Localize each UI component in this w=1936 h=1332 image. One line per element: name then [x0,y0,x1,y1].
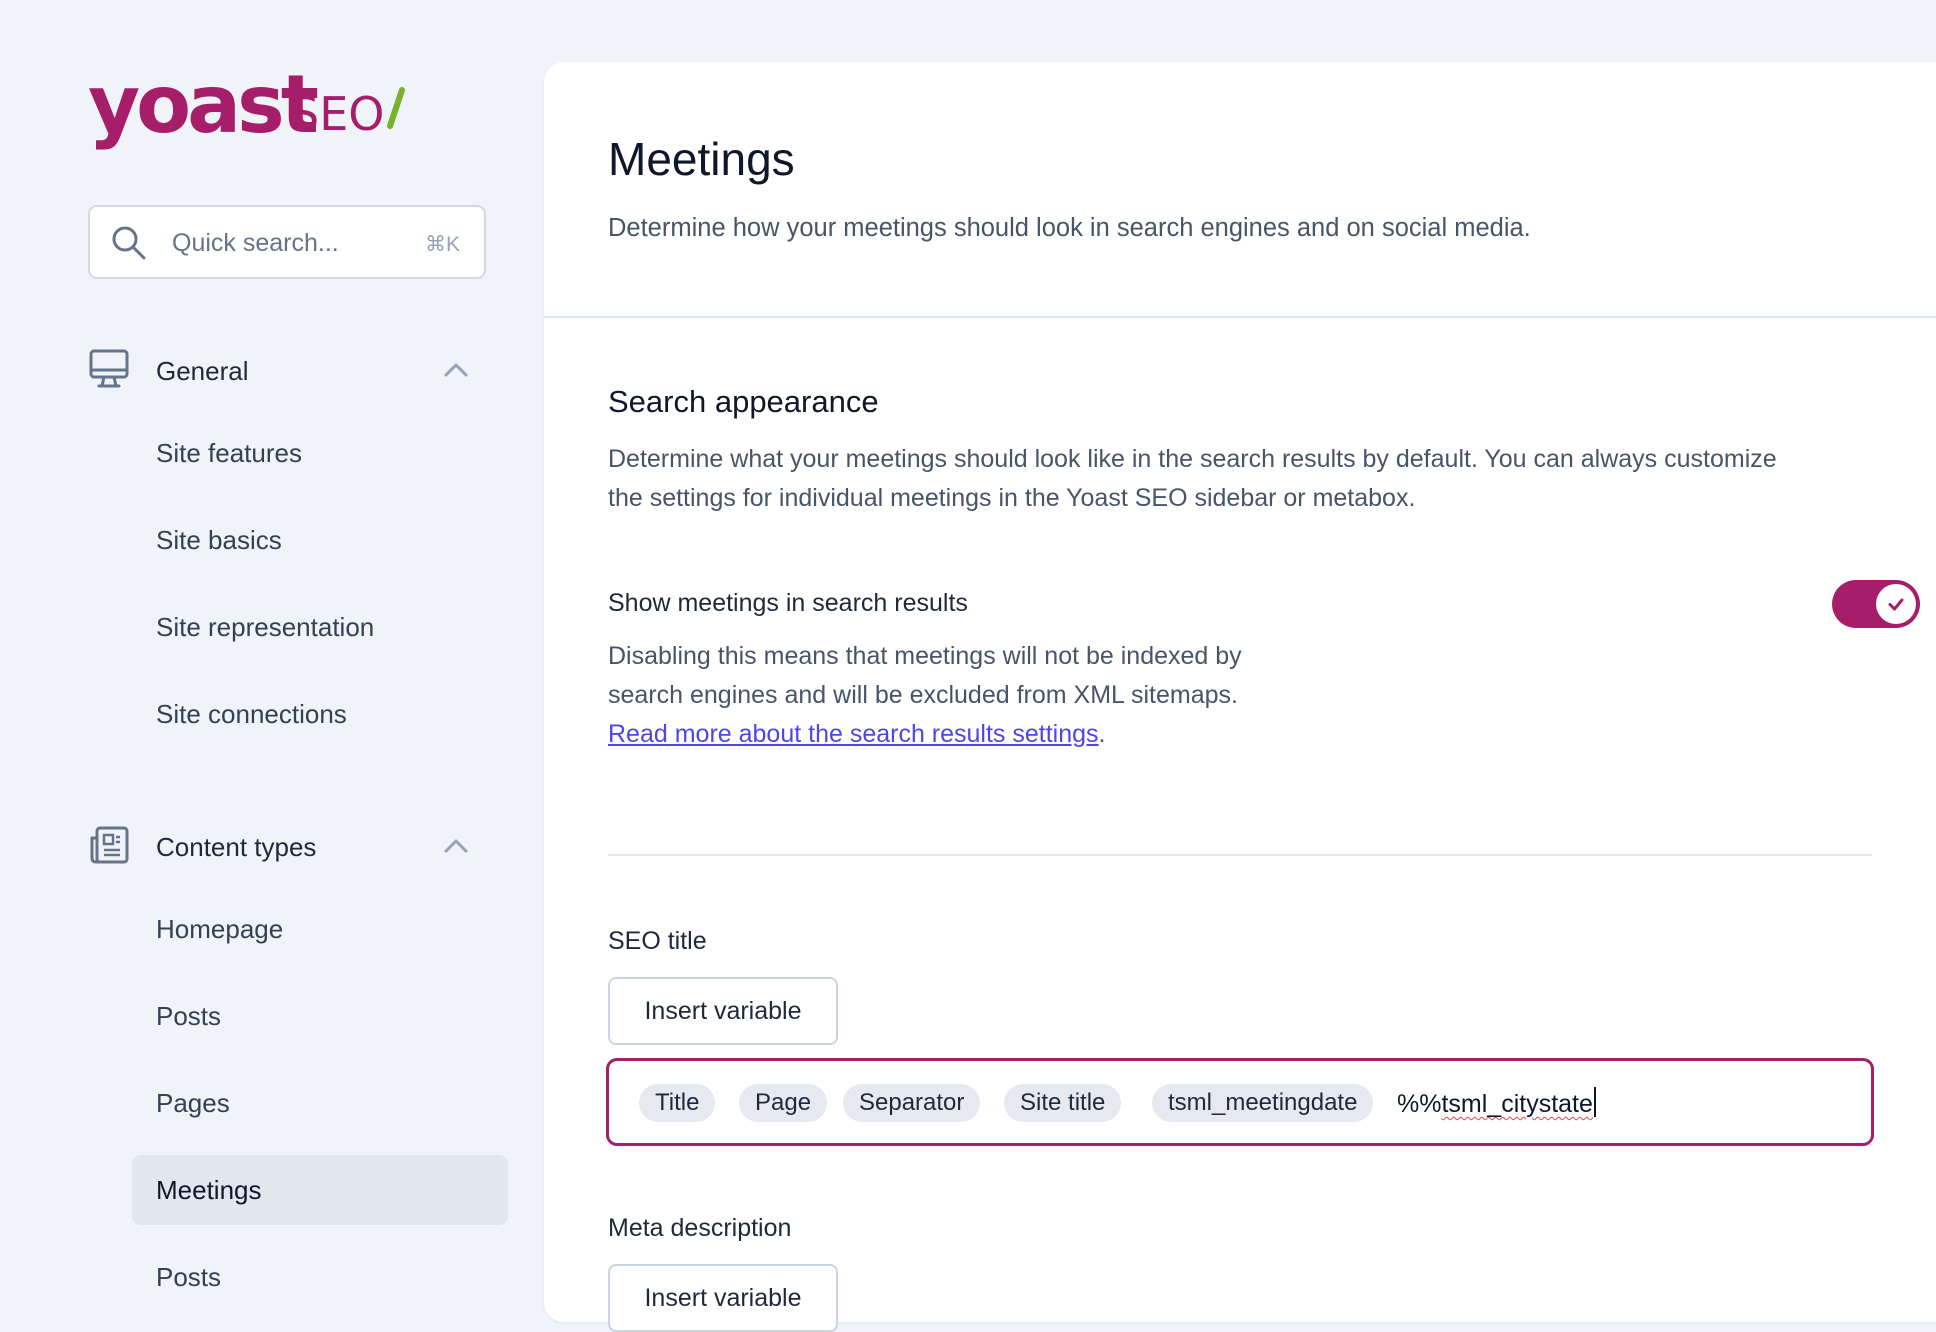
insert-variable-button-meta[interactable]: Insert variable [608,1264,838,1332]
sidebar-item-label: Homepage [156,914,284,944]
seo-title-label: SEO title [608,927,707,955]
page-subtitle: Determine how your meetings should look … [608,214,1531,242]
divider [608,854,1872,856]
show-in-search-toggle[interactable] [1832,580,1920,628]
sidebar-item-label: Site basics [156,525,282,555]
variable-chip-separator[interactable]: Separator [843,1084,981,1122]
sidebar-item-pages[interactable]: Pages [132,1068,508,1138]
logo-wordmark: yoast [88,58,318,151]
toggle-label: Show meetings in search results [608,589,968,617]
yoast-seo-logo: yoast SEO [88,58,418,154]
divider [544,316,1936,318]
quick-search[interactable]: Quick search... ⌘K [88,205,486,279]
read-more-link[interactable]: Read more about the search results setti… [608,720,1099,748]
sidebar-item-label: Site features [156,438,302,468]
nav-group-label: General [156,356,249,386]
variable-chip-site-title[interactable]: Site title [1004,1084,1122,1122]
logo-slash [387,87,405,129]
chevron-up-icon[interactable] [442,832,470,860]
search-placeholder: Quick search... [172,229,339,257]
typed-text: %%tsml_citystate [1397,1087,1596,1119]
typed-prefix: %% [1397,1090,1442,1118]
sidebar-item-site-basics[interactable]: Site basics [132,505,508,575]
sidebar-item-label: Site representation [156,612,375,642]
logo-suffix: SEO [290,87,384,141]
desktop-icon [89,349,129,388]
sidebar-item-site-features[interactable]: Site features [132,418,508,488]
sidebar-item-label: Posts [156,1262,222,1292]
check-icon [1888,598,1904,611]
variable-chip-tsml-meetingdate[interactable]: tsml_meetingdate [1152,1084,1374,1122]
sidebar-item-label: Pages [156,1088,230,1118]
variable-chip-title[interactable]: Title [639,1084,716,1122]
sidebar-item-meetings[interactable]: Meetings [132,1155,508,1225]
meta-description-label: Meta description [608,1214,792,1242]
page-title: Meetings [608,133,795,185]
nav-group-content-types[interactable]: Content types [88,816,488,876]
nav-group-general[interactable]: General [88,340,488,400]
sidebar-item-posts[interactable]: Posts [132,981,508,1051]
sidebar-item-homepage[interactable]: Homepage [132,894,508,964]
sidebar-item-label: Posts [156,1001,222,1031]
search-icon [112,226,146,260]
text-caret [1593,1087,1596,1117]
toggle-knob [1876,584,1916,624]
sidebar-item-label: Site connections [156,699,347,729]
variable-chip-page[interactable]: Page [739,1084,828,1122]
search-shortcut: ⌘K [424,233,460,256]
toggle-description-end: . [1098,720,1106,748]
settings-card: Meetings Determine how your meetings sho… [544,62,1936,1332]
chevron-up-icon[interactable] [442,356,470,384]
toggle-description-text: Disabling this means that meetings will … [608,642,1242,709]
toggle-description: Disabling this means that meetings will … [608,637,1248,754]
sidebar-item-site-representation[interactable]: Site representation [132,592,508,662]
newspaper-icon [90,826,129,864]
sidebar-item-posts-2[interactable]: Posts [132,1242,508,1312]
typed-variable: tsml_citystate [1441,1090,1593,1118]
section-title: Search appearance [608,384,879,419]
insert-variable-button[interactable]: Insert variable [608,977,838,1045]
nav-group-label: Content types [156,832,317,862]
section-description: Determine what your meetings should look… [608,445,1777,512]
sidebar-item-label: Meetings [156,1175,262,1205]
sidebar-item-site-connections[interactable]: Site connections [132,679,508,749]
seo-title-editor[interactable]: Title Page Separator Site title tsml_mee… [606,1058,1874,1146]
